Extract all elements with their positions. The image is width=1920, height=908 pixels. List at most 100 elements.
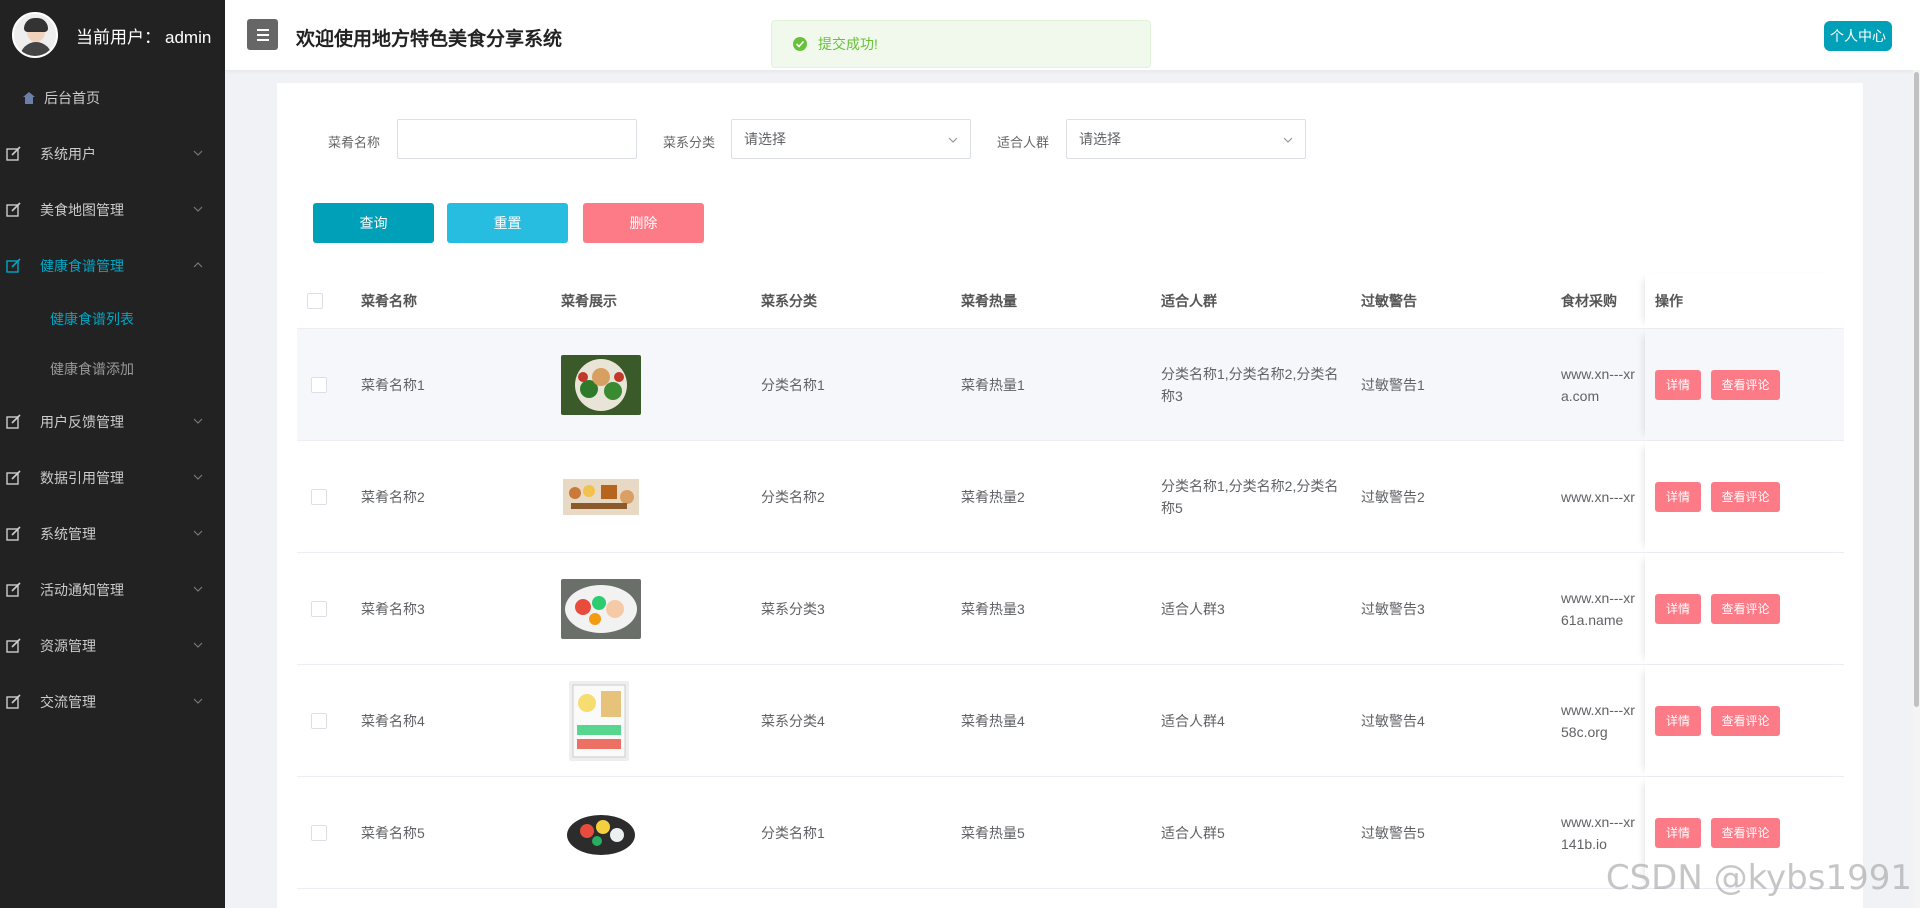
sidebar-item-feedback[interactable]: 用户反馈管理 bbox=[0, 394, 225, 450]
check-circle-icon bbox=[793, 37, 807, 51]
chevron-up-icon bbox=[193, 262, 203, 268]
dish-allergy: 过敏警告5 bbox=[1361, 824, 1425, 841]
sidebar-item-food-map[interactable]: 美食地图管理 bbox=[0, 182, 225, 238]
dish-crowd: 分类名称1,分类名称2,分类名 称5 bbox=[1161, 477, 1339, 516]
col-category: 菜系分类 bbox=[761, 292, 817, 309]
row-checkbox[interactable] bbox=[311, 665, 327, 776]
dish-allergy: 过敏警告3 bbox=[1361, 600, 1425, 617]
dish-image bbox=[561, 329, 641, 440]
personal-center-button[interactable]: 个人中心 bbox=[1824, 21, 1892, 51]
current-user-label: 当前用户： bbox=[76, 27, 161, 47]
chevron-down-icon bbox=[193, 642, 203, 648]
dish-category: 分类名称1 bbox=[761, 376, 825, 393]
chevron-down-icon bbox=[193, 698, 203, 704]
detail-button[interactable]: 详情 bbox=[1655, 369, 1701, 400]
row-checkbox[interactable] bbox=[311, 777, 327, 888]
row-checkbox[interactable] bbox=[311, 553, 327, 664]
query-button[interactable]: 查询 bbox=[313, 203, 434, 243]
sidebar-subitem-recipe-add[interactable]: 健康食谱添加 bbox=[0, 344, 225, 394]
row-actions: 详情 查看评论 bbox=[1655, 665, 1780, 776]
sidebar-item-system[interactable]: 系统管理 bbox=[0, 506, 225, 562]
dish-calories: 菜肴热量1 bbox=[961, 376, 1025, 393]
sidebar-item-resources[interactable]: 资源管理 bbox=[0, 618, 225, 674]
delete-button[interactable]: 删除 bbox=[583, 203, 704, 243]
edit-icon bbox=[6, 582, 21, 597]
dish-purchase: www.xn---xr 61a.name bbox=[1561, 589, 1635, 628]
sidebar-item-home[interactable]: 后台首页 bbox=[0, 70, 225, 126]
select-all-checkbox[interactable] bbox=[307, 273, 323, 328]
view-comments-button[interactable]: 查看评论 bbox=[1711, 481, 1780, 512]
dish-photo bbox=[561, 578, 641, 639]
page-scrollbar[interactable] bbox=[1913, 70, 1920, 908]
table-row: 菜肴名称4 菜系分类4 菜肴热量4 适合人群4 过敏警告4 www.xn---x… bbox=[297, 665, 1844, 777]
dish-name: 菜肴名称4 bbox=[361, 712, 425, 729]
chevron-down-icon bbox=[948, 137, 958, 143]
col-image: 菜肴展示 bbox=[561, 292, 617, 309]
table-row: 菜肴名称1 分类名称1 菜肴热量1 分类名称1,分类名称2,分类名 称3 过敏警告… bbox=[297, 329, 1844, 441]
home-icon bbox=[23, 92, 35, 104]
scrollbar-thumb[interactable] bbox=[1914, 72, 1919, 707]
detail-button[interactable]: 详情 bbox=[1655, 817, 1701, 848]
detail-button[interactable]: 详情 bbox=[1655, 593, 1701, 624]
row-checkbox[interactable] bbox=[311, 329, 327, 440]
name-label: 菜肴名称 bbox=[328, 135, 381, 150]
dish-purchase: www.xn---xr 58c.org bbox=[1561, 701, 1635, 740]
dish-name: 菜肴名称3 bbox=[361, 600, 425, 617]
sidebar-item-activity[interactable]: 活动通知管理 bbox=[0, 562, 225, 618]
sidebar-item-data-ref[interactable]: 数据引用管理 bbox=[0, 450, 225, 506]
row-checkbox[interactable] bbox=[311, 441, 327, 552]
name-input[interactable] bbox=[397, 119, 637, 159]
edit-icon bbox=[6, 694, 21, 709]
chevron-down-icon bbox=[193, 206, 203, 212]
avatar[interactable] bbox=[12, 12, 58, 58]
user-box: 当前用户： admin bbox=[0, 0, 225, 70]
col-allergy: 过敏警告 bbox=[1361, 292, 1417, 309]
detail-button[interactable]: 详情 bbox=[1655, 481, 1701, 512]
view-comments-button[interactable]: 查看评论 bbox=[1711, 817, 1780, 848]
dish-category: 菜系分类3 bbox=[761, 600, 825, 617]
detail-button[interactable]: 详情 bbox=[1655, 705, 1701, 736]
edit-icon bbox=[6, 414, 21, 429]
dish-purchase: www.xn---xr a.com bbox=[1561, 365, 1635, 404]
dish-allergy: 过敏警告1 bbox=[1361, 376, 1425, 393]
table-row: 菜肴名称3 菜系分类3 菜肴热量3 适合人群3 过敏警告3 www.xn---x… bbox=[297, 553, 1844, 665]
col-purchase: 食材采购 bbox=[1561, 292, 1617, 309]
reset-button[interactable]: 重置 bbox=[447, 203, 568, 243]
row-actions: 详情 查看评论 bbox=[1655, 553, 1780, 664]
main-content: 菜肴名称 菜系分类 请选择 适合人群 请选择 查询 重置 删除 菜肴名称 菜肴展… bbox=[277, 83, 1863, 908]
category-select[interactable]: 请选择 bbox=[731, 119, 971, 159]
sidebar-item-system-users[interactable]: 系统用户 bbox=[0, 126, 225, 182]
crowd-select[interactable]: 请选择 bbox=[1066, 119, 1306, 159]
dish-image bbox=[561, 441, 641, 552]
view-comments-button[interactable]: 查看评论 bbox=[1711, 593, 1780, 624]
dish-purchase: www.xn---xr bbox=[1561, 488, 1635, 505]
chevron-down-icon bbox=[193, 418, 203, 424]
edit-icon bbox=[6, 202, 21, 217]
dish-category: 菜系分类4 bbox=[761, 712, 825, 729]
dish-image bbox=[561, 777, 641, 888]
dish-name: 菜肴名称1 bbox=[361, 376, 425, 393]
menu-toggle-button[interactable] bbox=[247, 19, 278, 50]
sidebar-item-recipes[interactable]: 健康食谱管理 bbox=[0, 238, 225, 294]
dish-photo bbox=[569, 680, 629, 761]
table-header: 菜肴名称 菜肴展示 菜系分类 菜肴热量 适合人群 过敏警告 食材采购 操作 bbox=[297, 273, 1844, 329]
dish-crowd: 适合人群3 bbox=[1161, 600, 1225, 617]
sidebar: 当前用户： admin 后台首页 系统用户 美食地图管理 健康食谱管理 健康食谱列… bbox=[0, 0, 225, 908]
category-label: 菜系分类 bbox=[663, 135, 716, 150]
dish-calories: 菜肴热量3 bbox=[961, 600, 1025, 617]
dish-crowd: 适合人群5 bbox=[1161, 824, 1225, 841]
chevron-down-icon bbox=[193, 530, 203, 536]
sidebar-item-exchange[interactable]: 交流管理 bbox=[0, 674, 225, 730]
chevron-down-icon bbox=[193, 150, 203, 156]
dish-photo bbox=[561, 354, 641, 415]
dish-image bbox=[569, 665, 629, 776]
col-calories: 菜肴热量 bbox=[961, 292, 1017, 309]
view-comments-button[interactable]: 查看评论 bbox=[1711, 705, 1780, 736]
dish-category: 分类名称2 bbox=[761, 488, 825, 505]
page-title: 欢迎使用地方特色美食分享系统 bbox=[296, 29, 563, 50]
sidebar-subitem-recipe-list[interactable]: 健康食谱列表 bbox=[0, 294, 225, 344]
crowd-label: 适合人群 bbox=[997, 135, 1050, 150]
view-comments-button[interactable]: 查看评论 bbox=[1711, 369, 1780, 400]
edit-icon bbox=[6, 258, 21, 273]
table-row: 菜肴名称2 分类名称2 菜肴热量2 分类名称1,分类名称2,分类名 称5 过敏警告… bbox=[297, 441, 1844, 553]
